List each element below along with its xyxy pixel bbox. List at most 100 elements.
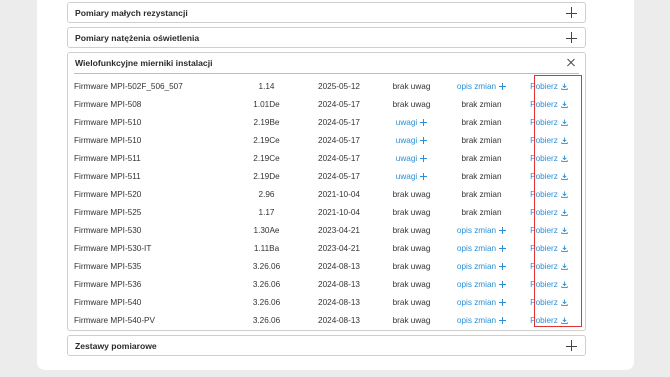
notes-link-label[interactable]: uwagi — [396, 136, 417, 145]
download-icon[interactable] — [561, 82, 568, 90]
changes-link-label[interactable]: opis zmian — [457, 280, 496, 289]
download-link-label[interactable]: Pobierz — [530, 154, 558, 163]
download-icon[interactable] — [561, 244, 568, 252]
notes-link-label[interactable]: uwagi — [396, 154, 417, 163]
table-row: Firmware MPI-540-PV 3.26.06 2024-08-13 brak… — [74, 311, 579, 329]
download-icon[interactable] — [561, 298, 568, 306]
accordion-small-resistance[interactable]: Pomiary małych rezystancji — [67, 2, 586, 23]
close-icon[interactable] — [566, 57, 578, 69]
download-link-label[interactable]: Pobierz — [530, 172, 558, 181]
accordion-light-intensity[interactable]: Pomiary natężenia oświetlenia — [67, 27, 586, 48]
notes-link-label[interactable]: uwagi — [396, 172, 417, 181]
release-date: 2024-08-13 — [318, 261, 360, 271]
changes-link-label[interactable]: opis zmian — [457, 298, 496, 307]
download-icon[interactable] — [561, 154, 568, 162]
download-link[interactable]: Pobierz — [519, 149, 579, 167]
changes-link-label[interactable]: opis zmian — [457, 316, 496, 325]
plus-icon[interactable] — [420, 136, 428, 144]
plus-icon[interactable] — [566, 32, 578, 44]
firmware-version: 1.14 — [258, 81, 275, 91]
download-link[interactable]: Pobierz — [519, 113, 579, 131]
notes-link[interactable]: uwagi — [379, 113, 444, 131]
firmware-name: Firmware MPI-540-PV — [74, 315, 155, 325]
download-icon[interactable] — [561, 208, 568, 216]
download-link-label[interactable]: Pobierz — [530, 208, 558, 217]
firmware-version: 1.17 — [258, 207, 275, 217]
release-date: 2024-05-17 — [318, 117, 360, 127]
firmware-name: Firmware MPI-510 — [74, 135, 142, 145]
notes-link-label[interactable]: uwagi — [396, 118, 417, 127]
download-icon[interactable] — [561, 226, 568, 234]
download-link-label[interactable]: Pobierz — [530, 100, 558, 109]
table-row: Firmware MPI-511 2.19De 2024-05-17 uwagi bra… — [74, 167, 579, 185]
changes-link[interactable]: opis zmian — [444, 221, 519, 239]
changes-link[interactable]: opis zmian — [444, 275, 519, 293]
download-link[interactable]: Pobierz — [519, 239, 579, 257]
plus-icon[interactable] — [499, 226, 507, 234]
changes-link[interactable]: opis zmian — [444, 239, 519, 257]
download-link-label[interactable]: Pobierz — [530, 298, 558, 307]
download-link-label[interactable]: Pobierz — [530, 190, 558, 199]
release-date: 2024-05-17 — [318, 99, 360, 109]
plus-icon[interactable] — [499, 82, 507, 90]
download-link-label[interactable]: Pobierz — [530, 82, 558, 91]
download-icon[interactable] — [561, 190, 568, 198]
changes-text: brak zmian — [461, 189, 502, 199]
plus-icon[interactable] — [420, 154, 428, 162]
plus-icon[interactable] — [420, 118, 428, 126]
changes-link[interactable]: opis zmian — [444, 257, 519, 275]
download-link-label[interactable]: Pobierz — [530, 244, 558, 253]
changes-link-label[interactable]: opis zmian — [457, 262, 496, 271]
download-icon[interactable] — [561, 316, 568, 324]
download-link[interactable]: Pobierz — [519, 221, 579, 239]
download-icon[interactable] — [561, 100, 568, 108]
download-link-label[interactable]: Pobierz — [530, 118, 558, 127]
changes-link[interactable]: opis zmian — [444, 311, 519, 329]
download-link-label[interactable]: Pobierz — [530, 136, 558, 145]
plus-icon[interactable] — [566, 7, 578, 19]
changes-link-label[interactable]: opis zmian — [457, 226, 496, 235]
download-icon[interactable] — [561, 262, 568, 270]
notes-link[interactable]: uwagi — [379, 167, 444, 185]
accordion-kits[interactable]: Zestawy pomiarowe — [67, 335, 586, 356]
download-link-label[interactable]: Pobierz — [530, 316, 558, 325]
accordion-header[interactable]: Wielofunkcyjne mierniki instalacji — [68, 53, 585, 73]
download-link[interactable]: Pobierz — [519, 185, 579, 203]
changes-link[interactable]: opis zmian — [444, 293, 519, 311]
release-date: 2023-04-21 — [318, 243, 360, 253]
download-link[interactable]: Pobierz — [519, 95, 579, 113]
download-link[interactable]: Pobierz — [519, 167, 579, 185]
download-icon[interactable] — [561, 172, 568, 180]
download-link[interactable]: Pobierz — [519, 77, 579, 95]
plus-icon[interactable] — [499, 262, 507, 270]
download-link-label[interactable]: Pobierz — [530, 280, 558, 289]
notes-link[interactable]: uwagi — [379, 131, 444, 149]
download-link[interactable]: Pobierz — [519, 203, 579, 221]
download-icon[interactable] — [561, 136, 568, 144]
download-link-label[interactable]: Pobierz — [530, 262, 558, 271]
plus-icon[interactable] — [499, 280, 507, 288]
firmware-version: 2.19Ce — [253, 135, 280, 145]
changes-link[interactable]: opis zmian — [444, 77, 519, 95]
changes-text: brak zmian — [461, 171, 502, 181]
plus-icon[interactable] — [499, 298, 507, 306]
firmware-version: 2.19Be — [253, 117, 280, 127]
download-link[interactable]: Pobierz — [519, 131, 579, 149]
download-link[interactable]: Pobierz — [519, 275, 579, 293]
download-link[interactable]: Pobierz — [519, 311, 579, 329]
notes-link[interactable]: uwagi — [379, 149, 444, 167]
plus-icon[interactable] — [566, 340, 578, 352]
firmware-name: Firmware MPI-525 — [74, 207, 142, 217]
download-link[interactable]: Pobierz — [519, 257, 579, 275]
download-link-label[interactable]: Pobierz — [530, 226, 558, 235]
plus-icon[interactable] — [499, 244, 507, 252]
download-icon[interactable] — [561, 280, 568, 288]
changes-link-label[interactable]: opis zmian — [457, 82, 496, 91]
table-row: Firmware MPI-520 2.96 2021-10-04 brak uwag b… — [74, 185, 579, 203]
download-link[interactable]: Pobierz — [519, 293, 579, 311]
changes-link-label[interactable]: opis zmian — [457, 244, 496, 253]
plus-icon[interactable] — [420, 172, 428, 180]
plus-icon[interactable] — [499, 316, 507, 324]
download-icon[interactable] — [561, 118, 568, 126]
firmware-name: Firmware MPI-511 — [74, 153, 141, 163]
